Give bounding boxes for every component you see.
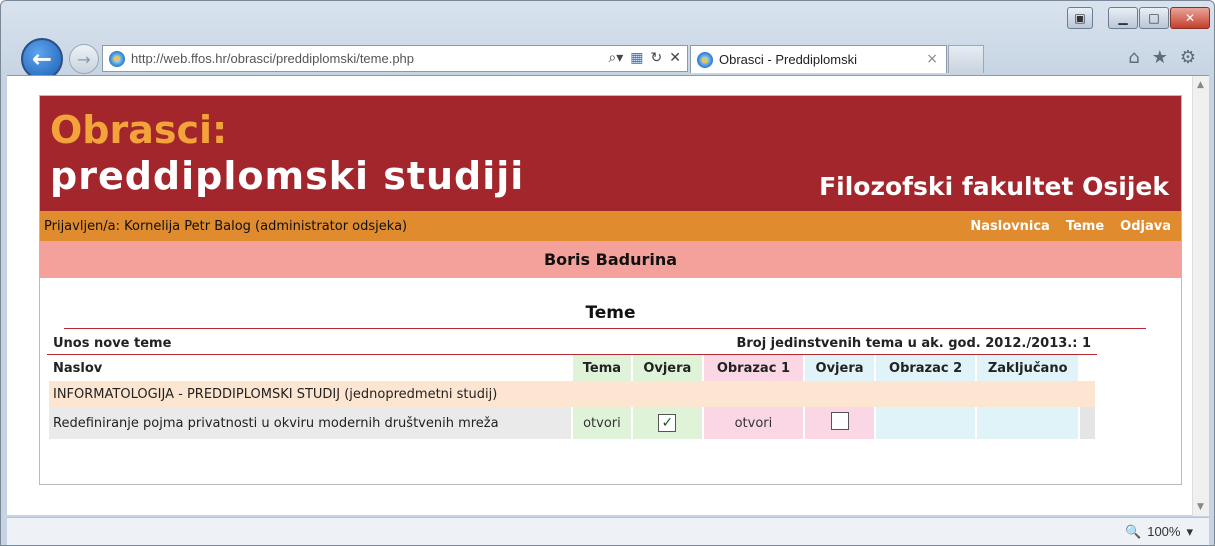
ovjera2-checkbox[interactable] [830,412,849,430]
new-topic-link[interactable]: Unos nove teme [53,336,171,351]
refresh-icon[interactable]: ↻ [651,50,663,66]
toolbar-icons: ⌂ ★ ⚙ [1128,47,1196,68]
tools-icon[interactable]: ⚙ [1180,47,1196,68]
section-title: Teme [585,303,636,323]
student-name: Boris Badurina [40,241,1181,278]
status-bar: 🔍 100% ▾ [7,517,1209,545]
site-header: Obrasci: preddiplomski studiji Filozofsk… [40,96,1181,211]
compat-view-icon[interactable]: ▦ [630,50,643,66]
obrazac1-open-link[interactable]: otvori [704,407,803,439]
tab-close-icon[interactable]: × [926,51,938,67]
site-title-line1: Obrasci: [50,108,228,152]
scroll-down-icon[interactable]: ▼ [1197,502,1204,512]
url-text[interactable]: http://web.ffos.hr/obrasci/preddiplomski… [131,51,414,66]
zoom-dropdown-icon[interactable]: ▾ [1186,524,1193,540]
tema-open-link[interactable]: otvori [573,407,631,439]
content-viewport: Obrasci: preddiplomski studiji Filozofsk… [7,75,1209,516]
compat-icon[interactable]: ▣ [1067,7,1093,29]
maximize-button[interactable]: □ [1139,7,1169,29]
ie-page-icon: e [109,50,125,67]
col-obrazac1: Obrazac 1 [704,355,803,381]
faculty-name: Filozofski fakultet Osijek [819,172,1169,201]
section-divider [64,328,1146,329]
vertical-scrollbar[interactable]: ▲ ▼ [1192,76,1209,516]
ovjera1-cell: ✓ [632,407,702,439]
row-end-cell [1080,407,1095,439]
browser-window: ▣ ▁ □ ✕ ← → e http://web.ffos.hr/obrasci… [0,0,1215,546]
table-row: Redefiniranje pojma privatnosti u okviru… [49,407,1095,439]
topic-title: Redefiniranje pojma privatnosti u okviru… [49,407,572,439]
logged-in-user: Prijavljen/a: Kornelija Petr Balog (admi… [44,218,408,234]
address-tools: ⌕▾ ▦ ↻ ✕ [608,50,681,66]
scroll-up-icon[interactable]: ▲ [1197,80,1204,90]
col-spacer [1080,355,1095,381]
nav-links: Naslovnica Teme Odjava [970,219,1171,234]
user-bar: Prijavljen/a: Kornelija Petr Balog (admi… [40,211,1181,241]
nav-naslovnica[interactable]: Naslovnica [970,219,1049,234]
ovjera2-cell [804,407,875,439]
ovjera1-checkbox[interactable]: ✓ [658,414,677,432]
tab-title: Obrasci - Preddiplomski [719,52,857,67]
col-ovjera1: Ovjera [632,355,702,381]
col-tema: Tema [573,355,631,381]
zoom-control[interactable]: 🔍 100% ▾ [1125,524,1193,540]
obrazac2-cell [876,407,976,439]
zoom-icon: 🔍 [1125,524,1142,539]
group-label: INFORMATOLOGIJA - PREDDIPLOMSKI STUDIJ (… [49,381,1095,407]
search-icon[interactable]: ⌕▾ [608,50,623,66]
tab-page-icon: e [697,51,713,68]
tab-obrasci[interactable]: e Obrasci - Preddiplomski × [690,45,947,73]
zakljucano-cell [977,407,1079,439]
forward-icon[interactable]: → [69,44,99,74]
minimize-button[interactable]: ▁ [1108,7,1138,29]
group-row: INFORMATOLOGIJA - PREDDIPLOMSKI STUDIJ (… [49,381,1095,407]
col-naslov: Naslov [49,355,572,381]
nav-odjava[interactable]: Odjava [1120,219,1171,234]
topics-table-wrap: Unos nove teme Broj jedinstvenih tema u … [47,332,1097,439]
table-header-row: Naslov Tema Ovjera Obrazac 1 Ovjera Obra… [49,355,1095,381]
topics-table: Naslov Tema Ovjera Obrazac 1 Ovjera Obra… [47,355,1097,439]
meta-row: Unos nove teme Broj jedinstvenih tema u … [47,332,1097,354]
col-ovjera2: Ovjera [804,355,875,381]
back-icon[interactable]: ← [21,38,63,80]
stop-icon[interactable]: ✕ [669,50,681,66]
nav-teme[interactable]: Teme [1066,219,1104,234]
topic-count: Broj jedinstvenih tema u ak. god. 2012./… [736,336,1091,351]
col-obrazac2: Obrazac 2 [876,355,976,381]
new-tab-button[interactable] [948,45,984,73]
zoom-level: 100% [1147,524,1181,539]
site-title-line2: preddiplomski studiji [50,154,525,198]
address-bar[interactable]: e http://web.ffos.hr/obrasci/preddiploms… [102,45,688,72]
home-icon[interactable]: ⌂ [1128,47,1139,68]
close-button[interactable]: ✕ [1170,7,1210,29]
col-zakljucano: Zaključano [977,355,1079,381]
favorites-icon[interactable]: ★ [1152,47,1168,68]
